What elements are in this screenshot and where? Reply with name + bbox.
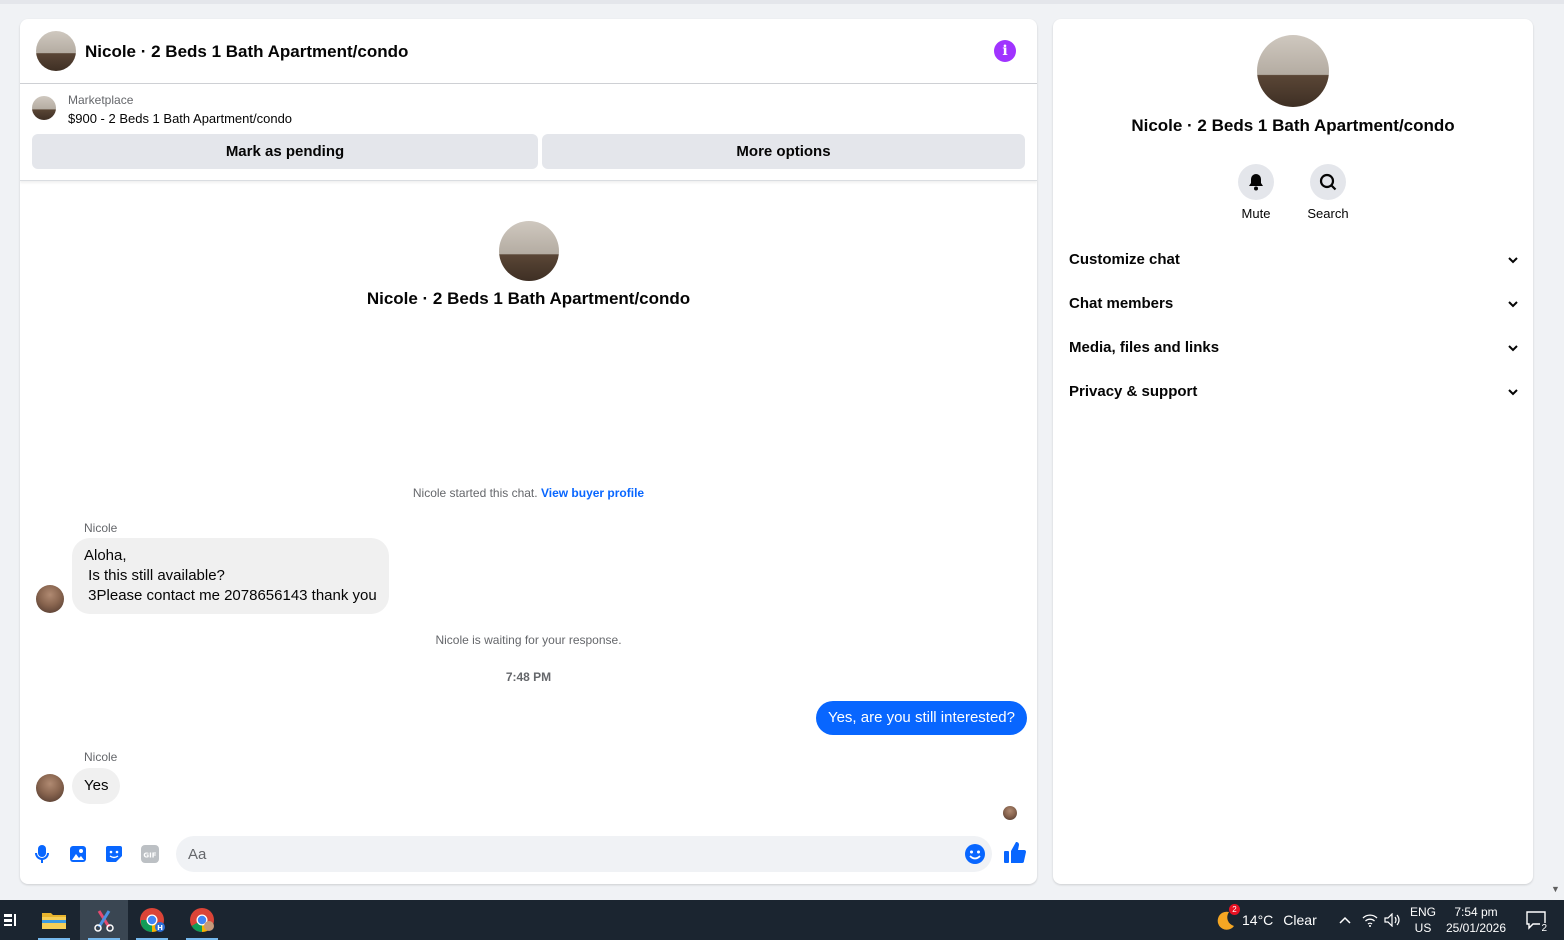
info-icon[interactable]: i <box>994 40 1016 62</box>
section-title: Customize chat <box>1069 251 1180 268</box>
sender-avatar[interactable] <box>36 774 64 802</box>
chat-panel: Nicole · 2 Beds 1 Bath Apartment/condo i… <box>20 19 1037 884</box>
incoming-message[interactable]: Aloha, Is this still available? 3Please … <box>72 538 389 614</box>
message-input[interactable] <box>176 836 936 872</box>
marketplace-label: Marketplace <box>68 93 134 107</box>
section-title: Chat members <box>1069 295 1174 312</box>
intro-avatar[interactable] <box>499 221 559 281</box>
listing-title[interactable]: $900 - 2 Beds 1 Bath Apartment/condo <box>68 111 292 126</box>
intro-name: Nicole · 2 Beds 1 Bath Apartment/condo <box>366 289 691 308</box>
chevron-up-icon[interactable] <box>1334 900 1356 940</box>
waiting-status: Nicole is waiting for your response. <box>435 633 622 647</box>
snipping-tool-icon[interactable] <box>80 900 128 940</box>
message-timestamp: 7:48 PM <box>505 670 552 684</box>
bell-icon <box>1238 164 1274 200</box>
profile-avatar[interactable] <box>1257 35 1329 107</box>
taskbar: H 2 14°C Clear ENG US 7:54 pm 25/01/2026… <box>0 900 1564 940</box>
clock[interactable]: 7:54 pm 25/01/2026 <box>1440 904 1512 936</box>
notification-center-icon[interactable]: 2 <box>1516 900 1556 940</box>
input-language[interactable]: ENG US <box>1406 904 1440 936</box>
mute-label: Mute <box>1241 206 1271 221</box>
svg-text:H: H <box>157 924 163 932</box>
like-icon[interactable] <box>1002 840 1028 866</box>
message-composer: GIF <box>20 834 1037 874</box>
weather-badge: 2 <box>1229 904 1240 915</box>
message-input-wrapper <box>176 836 992 872</box>
mute-button[interactable]: Mute <box>1221 164 1291 221</box>
listing-thumbnail[interactable] <box>32 96 56 120</box>
chat-started-text: Nicole started this chat. <box>412 486 538 500</box>
marketplace-bar: Marketplace $900 - 2 Beds 1 Bath Apartme… <box>20 84 1037 181</box>
privacy-support-section[interactable]: Privacy & support <box>1061 370 1525 414</box>
section-title: Privacy & support <box>1069 383 1198 400</box>
chat-started-note: Nicole started this chat. View buyer pro… <box>20 486 1037 500</box>
chat-header: Nicole · 2 Beds 1 Bath Apartment/condo i <box>20 19 1037 84</box>
conversation-title[interactable]: Nicole · 2 Beds 1 Bath Apartment/condo <box>85 42 408 62</box>
clock-date: 25/01/2026 <box>1445 921 1507 935</box>
outgoing-message[interactable]: Yes, are you still interested? <box>815 701 1027 735</box>
photo-icon[interactable] <box>66 834 90 874</box>
emoji-icon[interactable] <box>964 843 986 865</box>
chrome-profile-icon[interactable] <box>178 900 226 940</box>
region-code: US <box>1414 921 1432 935</box>
clock-time: 7:54 pm <box>1454 905 1498 919</box>
sender-avatar[interactable] <box>36 585 64 613</box>
search-icon <box>1310 164 1346 200</box>
weather-widget[interactable]: 2 14°C Clear <box>1212 900 1317 940</box>
scrollbar-down-arrow[interactable]: ▼ <box>1551 884 1560 894</box>
search-label: Search <box>1307 206 1349 221</box>
view-buyer-profile-link[interactable]: View buyer profile <box>541 486 644 500</box>
moon-icon: 2 <box>1212 904 1240 932</box>
section-title: Media, files and links <box>1069 339 1220 356</box>
weather-desc: Clear <box>1283 912 1317 928</box>
seen-indicator-avatar <box>1003 806 1017 820</box>
chevron-down-icon <box>1508 345 1518 352</box>
chevron-down-icon <box>1508 257 1518 264</box>
browser-top-strip <box>0 0 1564 4</box>
profile-name: Nicole · 2 Beds 1 Bath Apartment/condo <box>1131 116 1455 135</box>
conversation-info-panel: Nicole · 2 Beds 1 Bath Apartment/condo M… <box>1053 19 1533 884</box>
more-options-button[interactable]: More options <box>542 134 1025 169</box>
speaker-icon[interactable] <box>1381 900 1403 940</box>
incoming-message[interactable]: Yes <box>72 768 121 804</box>
gif-icon[interactable]: GIF <box>138 834 162 874</box>
search-button[interactable]: Search <box>1293 164 1363 221</box>
conversation-avatar[interactable] <box>36 31 76 71</box>
message-sender: Nicole <box>84 750 118 764</box>
media-files-links-section[interactable]: Media, files and links <box>1061 326 1525 370</box>
message-sender: Nicole <box>84 521 118 535</box>
chrome-icon[interactable]: H <box>128 900 176 940</box>
mark-as-pending-button[interactable]: Mark as pending <box>32 134 538 169</box>
chat-members-section[interactable]: Chat members <box>1061 282 1525 326</box>
chevron-down-icon <box>1508 389 1518 396</box>
customize-chat-section[interactable]: Customize chat <box>1061 238 1525 282</box>
file-explorer-icon[interactable] <box>30 900 78 940</box>
chevron-down-icon <box>1508 301 1518 308</box>
task-view-icon[interactable] <box>0 900 20 940</box>
notification-count: 2 <box>1540 923 1548 934</box>
language-code: ENG <box>1409 905 1436 919</box>
wifi-icon[interactable] <box>1359 900 1381 940</box>
weather-temp: 14°C <box>1242 912 1274 928</box>
sticker-icon[interactable] <box>102 834 126 874</box>
gif-icon-label: GIF <box>143 852 156 860</box>
microphone-icon[interactable] <box>30 834 54 874</box>
